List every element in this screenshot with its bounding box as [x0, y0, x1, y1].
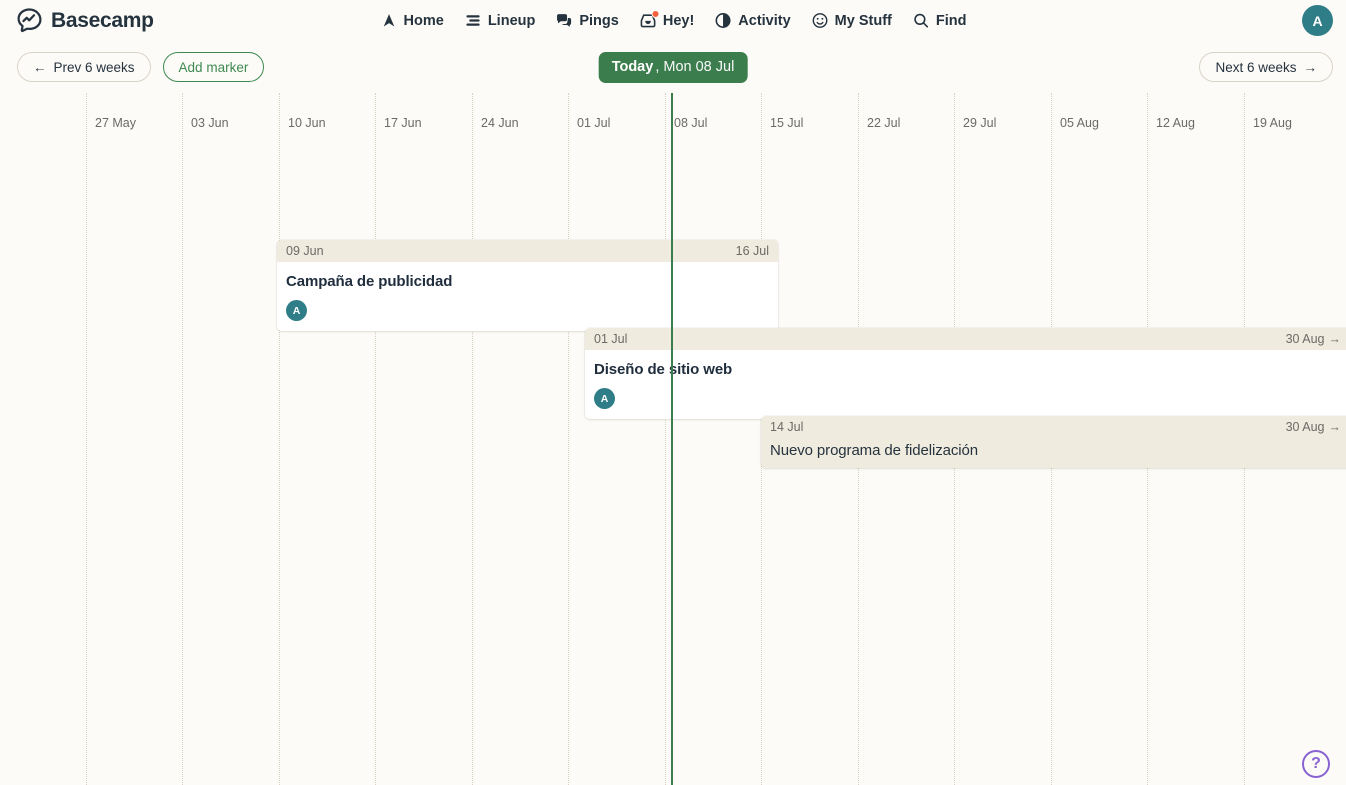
project-card-dates: 14 Jul 30 Aug →	[761, 416, 1346, 438]
project-end-date: 16 Jul	[736, 244, 769, 258]
activity-half-circle-icon	[714, 12, 732, 30]
timeline-grid-line	[568, 93, 569, 785]
nav-label: Pings	[579, 12, 619, 29]
nav-item-home[interactable]: Home	[380, 12, 444, 30]
project-title: Diseño de sitio web	[594, 361, 733, 378]
timeline-column-label: 22 Jul	[867, 116, 901, 130]
timeline-grid-line	[86, 93, 87, 785]
arrow-right-icon: →	[1303, 59, 1318, 75]
project-avatar-list: A	[286, 300, 769, 321]
smiley-face-icon	[811, 12, 829, 30]
project-end-date-text: 30 Aug	[1285, 332, 1325, 346]
basecamp-logo-icon	[16, 7, 43, 34]
project-avatar-list: A	[594, 388, 1341, 409]
timeline-toolbar: ← Prev 6 weeks Add marker Today , Mon 08…	[0, 41, 1346, 93]
project-card[interactable]: 14 Jul 30 Aug → Nuevo programa de fidelizac…	[761, 416, 1346, 468]
project-end-date: 30 Aug →	[1286, 332, 1341, 346]
top-navigation-bar: Basecamp Home Lineup Pings Hey! Activity…	[0, 0, 1346, 41]
notification-badge-dot	[651, 9, 660, 18]
project-start-date: 09 Jun	[286, 244, 324, 258]
project-title: Campaña de publicidad	[286, 273, 453, 290]
project-card-dates: 09 Jun 16 Jul	[277, 240, 778, 262]
project-card-body: Campaña de publicidad A	[277, 262, 778, 331]
brand-name: Basecamp	[51, 8, 154, 32]
timeline-grid-line	[472, 93, 473, 785]
next-6-weeks-button[interactable]: Next 6 weeks →	[1199, 52, 1333, 82]
search-icon	[912, 12, 930, 30]
timeline-column-label: 01 Jul	[577, 116, 611, 130]
add-marker-label: Add marker	[178, 59, 249, 75]
nav-item-find[interactable]: Find	[912, 12, 967, 30]
avatar[interactable]: A	[286, 300, 307, 321]
project-card-body: Nuevo programa de fidelización	[761, 438, 1346, 468]
arrow-right-icon: →	[1328, 420, 1342, 434]
project-end-date-text: 16 Jul	[735, 244, 769, 258]
project-end-date: 30 Aug →	[1286, 420, 1341, 434]
avatar[interactable]: A	[594, 388, 615, 409]
timeline-grid-line	[182, 93, 183, 785]
project-title: Nuevo programa de fidelización	[770, 442, 978, 459]
avatar-initial: A	[1312, 12, 1323, 29]
primary-nav: Home Lineup Pings Hey! Activity My Stuff…	[380, 9, 967, 30]
lineup-icon	[464, 12, 482, 30]
timeline-column-label: 29 Jul	[963, 116, 997, 130]
project-card-body: Diseño de sitio web A	[585, 350, 1346, 419]
avatar[interactable]: A	[1302, 5, 1333, 36]
timeline-column-label: 24 Jun	[481, 116, 519, 130]
nav-item-hey[interactable]: Hey!	[639, 9, 695, 30]
timeline-column-label: 05 Aug	[1060, 116, 1099, 130]
arrow-right-icon: →	[1328, 332, 1342, 346]
project-card[interactable]: 01 Jul 30 Aug → Diseño de sitio web A	[585, 328, 1346, 419]
nav-label: Find	[935, 12, 967, 29]
nav-item-my-stuff[interactable]: My Stuff	[811, 12, 892, 30]
home-icon	[380, 12, 398, 30]
today-vertical-line	[671, 93, 673, 785]
nav-item-activity[interactable]: Activity	[714, 12, 791, 30]
project-start-date: 14 Jul	[770, 420, 804, 434]
add-marker-button[interactable]: Add marker	[162, 52, 265, 82]
timeline-grid-line	[279, 93, 280, 785]
next-6-weeks-label: Next 6 weeks	[1215, 59, 1297, 75]
timeline-column-label: 10 Jun	[288, 116, 326, 130]
help-label: ?	[1311, 755, 1321, 772]
nav-label: Lineup	[487, 12, 536, 29]
prev-6-weeks-button[interactable]: ← Prev 6 weeks	[17, 52, 151, 82]
timeline-column-label: 12 Aug	[1156, 116, 1195, 130]
timeline-grid-line	[375, 93, 376, 785]
project-start-date: 01 Jul	[594, 332, 628, 346]
nav-label: Hey!	[662, 12, 695, 29]
brand-home-link[interactable]: Basecamp	[16, 7, 154, 34]
timeline-column-label: 03 Jun	[191, 116, 229, 130]
nav-label: My Stuff	[834, 12, 892, 29]
nav-item-pings[interactable]: Pings	[555, 12, 619, 30]
chat-bubble-icon	[555, 12, 573, 30]
project-card[interactable]: 09 Jun 16 Jul Campaña de publicidad A	[277, 240, 778, 331]
project-end-date-text: 30 Aug	[1285, 420, 1325, 434]
help-icon[interactable]: ?	[1302, 750, 1330, 778]
today-date: , Mon 08 Jul	[655, 59, 735, 75]
project-card-dates: 01 Jul 30 Aug →	[585, 328, 1346, 350]
timeline-grid-line	[665, 93, 666, 785]
today-label: Today	[611, 59, 654, 75]
timeline-column-label: 19 Aug	[1253, 116, 1292, 130]
nav-label: Home	[403, 12, 444, 29]
nav-label: Activity	[738, 12, 791, 29]
inbox-tray-icon	[639, 9, 660, 30]
arrow-left-icon: ←	[33, 59, 47, 75]
lineup-timeline: ? 27 May 03 Jun 10 Jun 17 Jun 24 Jun 01 Jul 08…	[0, 93, 1346, 785]
prev-6-weeks-label: Prev 6 weeks	[53, 59, 135, 75]
timeline-column-label: 27 May	[95, 116, 136, 130]
timeline-column-label: 15 Jul	[770, 116, 804, 130]
nav-item-lineup[interactable]: Lineup	[464, 12, 536, 30]
timeline-column-label: 17 Jun	[384, 116, 422, 130]
today-marker-pill[interactable]: Today , Mon 08 Jul	[598, 51, 748, 83]
